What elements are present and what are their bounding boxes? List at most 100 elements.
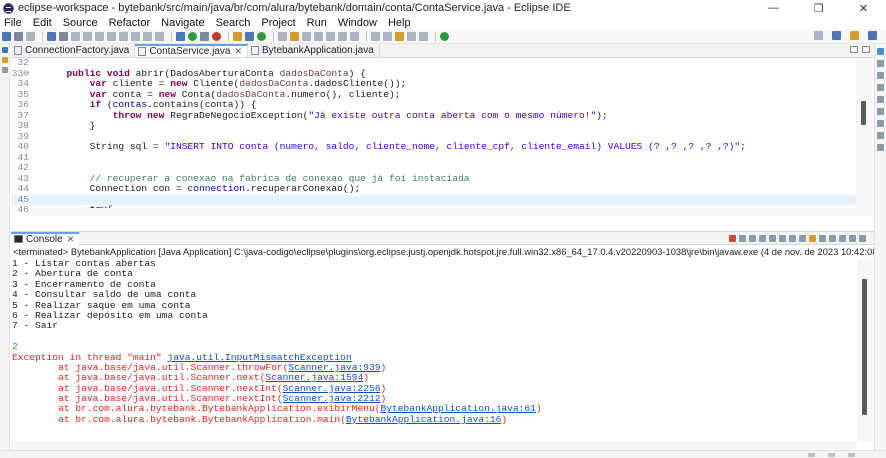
maximize-console-icon[interactable] [859, 235, 866, 242]
declaration-view-icon[interactable] [877, 108, 884, 115]
close-console-icon[interactable]: ✕ [67, 234, 75, 245]
java-perspective-icon[interactable] [850, 31, 859, 40]
maximize-editor-icon[interactable] [862, 46, 870, 53]
editor-vertical-scrollbar[interactable] [856, 58, 872, 216]
tab-console[interactable]: Console ✕ [11, 231, 80, 245]
resume-icon[interactable] [83, 32, 92, 41]
menu-window[interactable]: Window [338, 17, 377, 29]
mark-occurrences-icon[interactable] [314, 32, 323, 41]
step-return-icon[interactable] [155, 32, 164, 41]
previous-annotation-icon[interactable] [383, 32, 392, 41]
clear-console-icon[interactable] [759, 235, 766, 242]
menu-edit[interactable]: Edit [33, 17, 52, 29]
menu-run[interactable]: Run [307, 17, 327, 29]
editor-horizontal-scrollbar[interactable] [31, 208, 856, 216]
close-tab-icon[interactable]: ✕ [234, 46, 242, 57]
save-all-icon[interactable] [26, 32, 35, 41]
pin-editor-icon[interactable] [440, 32, 449, 41]
suspend-icon[interactable] [95, 32, 104, 41]
search-toolbar-icon[interactable] [302, 32, 311, 41]
skip-breakpoints-icon[interactable] [71, 32, 80, 41]
editor-scroll-thumb[interactable] [861, 101, 866, 125]
open-task-icon[interactable] [290, 32, 299, 41]
external-tools-icon[interactable] [212, 32, 221, 41]
search-icon[interactable] [814, 31, 823, 40]
minimize-editor-icon[interactable] [850, 46, 858, 53]
tab-bytebankapplication[interactable]: BytebankApplication.java [248, 44, 380, 57]
javadoc-view-icon[interactable] [877, 96, 884, 103]
maximize-button[interactable]: ❐ [796, 0, 841, 16]
back-icon[interactable] [407, 32, 416, 41]
menu-file[interactable]: File [4, 17, 22, 29]
menu-navigate[interactable]: Navigate [161, 17, 204, 29]
console-scroll-thumb[interactable] [862, 279, 867, 415]
menu-source[interactable]: Source [63, 17, 98, 29]
stack-trace-link[interactable]: BytebankApplication.java:61 [380, 403, 535, 414]
forward-icon[interactable] [419, 32, 428, 41]
open-console-icon[interactable] [829, 235, 836, 242]
view-menu-icon[interactable] [839, 235, 846, 242]
terminate-icon[interactable] [107, 32, 116, 41]
new-class-icon[interactable] [257, 32, 266, 41]
coverage-icon[interactable] [200, 32, 209, 41]
last-edit-location-icon[interactable] [395, 32, 404, 41]
breakpoints-view-icon[interactable] [877, 120, 884, 127]
scroll-lock-icon[interactable] [769, 235, 776, 242]
step-into-icon[interactable] [131, 32, 140, 41]
menu-refactor[interactable]: Refactor [109, 17, 151, 29]
debug-perspective-icon[interactable] [868, 31, 877, 40]
console-vertical-scrollbar[interactable] [857, 259, 872, 441]
exception-type-link[interactable]: java.util.InputMismatchException [167, 352, 351, 363]
tab-contaservice[interactable]: ContaService.java ✕ [135, 44, 249, 57]
code-editor[interactable]: 32 33⊖ public void abrir(DadosAberturaCo… [11, 58, 874, 216]
tab-connectionfactory[interactable]: ConnectionFactory.java [11, 44, 136, 57]
package-explorer-icon[interactable] [2, 47, 8, 53]
word-wrap-icon[interactable] [326, 32, 335, 41]
minimize-button[interactable]: — [751, 0, 796, 16]
console-output[interactable]: 1 - Listar contas abertas 2 - Abertura d… [11, 259, 874, 450]
debug-icon[interactable] [176, 32, 185, 41]
open-type-icon[interactable] [278, 32, 287, 41]
show-stderr-icon[interactable] [799, 235, 806, 242]
menu-project[interactable]: Project [261, 17, 295, 29]
show-whitespace-icon[interactable] [350, 32, 359, 41]
build-icon[interactable] [59, 32, 68, 41]
word-wrap-console-icon[interactable] [779, 235, 786, 242]
restore-view-icon[interactable] [877, 48, 884, 55]
stack-trace-link[interactable]: BytebankApplication.java:16 [346, 414, 501, 425]
outline-icon[interactable] [2, 57, 8, 63]
show-stdout-icon[interactable] [789, 235, 796, 242]
expressions-view-icon[interactable] [877, 144, 884, 151]
stack-trace-link[interactable]: Scanner.java:2258 [283, 383, 381, 394]
remove-launch-icon[interactable] [739, 235, 746, 242]
run-icon[interactable] [188, 32, 197, 41]
new-package-icon[interactable] [245, 32, 254, 41]
pin-console-icon[interactable] [809, 235, 816, 242]
task-list-icon[interactable] [877, 72, 884, 79]
new-java-project-icon[interactable] [233, 32, 242, 41]
terminal-icon[interactable] [47, 32, 56, 41]
close-window-button[interactable]: ✕ [841, 0, 886, 16]
block-selection-icon[interactable] [338, 32, 347, 41]
menu-help[interactable]: Help [388, 17, 411, 29]
variables-view-icon[interactable] [877, 132, 884, 139]
new-icon[interactable] [2, 32, 11, 41]
stack-trace-link[interactable]: Scanner.java:1594 [265, 372, 363, 383]
remove-all-terminated-icon[interactable] [749, 235, 756, 242]
next-annotation-icon[interactable] [371, 32, 380, 41]
hierarchy-icon[interactable] [2, 67, 8, 73]
terminate-icon[interactable] [729, 235, 736, 242]
problems-view-icon[interactable] [877, 84, 884, 91]
eclipse-logo-icon [3, 2, 14, 14]
minimize-console-icon[interactable] [849, 235, 856, 242]
console-horizontal-scrollbar[interactable] [11, 441, 857, 450]
display-console-icon[interactable] [819, 235, 826, 242]
step-over-icon[interactable] [143, 32, 152, 41]
stack-trace-link[interactable]: Scanner.java:2212 [283, 393, 381, 404]
disconnect-icon[interactable] [119, 32, 128, 41]
stack-trace-link[interactable]: Scanner.java:939 [288, 362, 380, 373]
perspective-open-icon[interactable] [832, 31, 841, 40]
save-icon[interactable] [14, 32, 23, 41]
outline-view-icon[interactable] [877, 60, 884, 67]
menu-search[interactable]: Search [216, 17, 251, 29]
